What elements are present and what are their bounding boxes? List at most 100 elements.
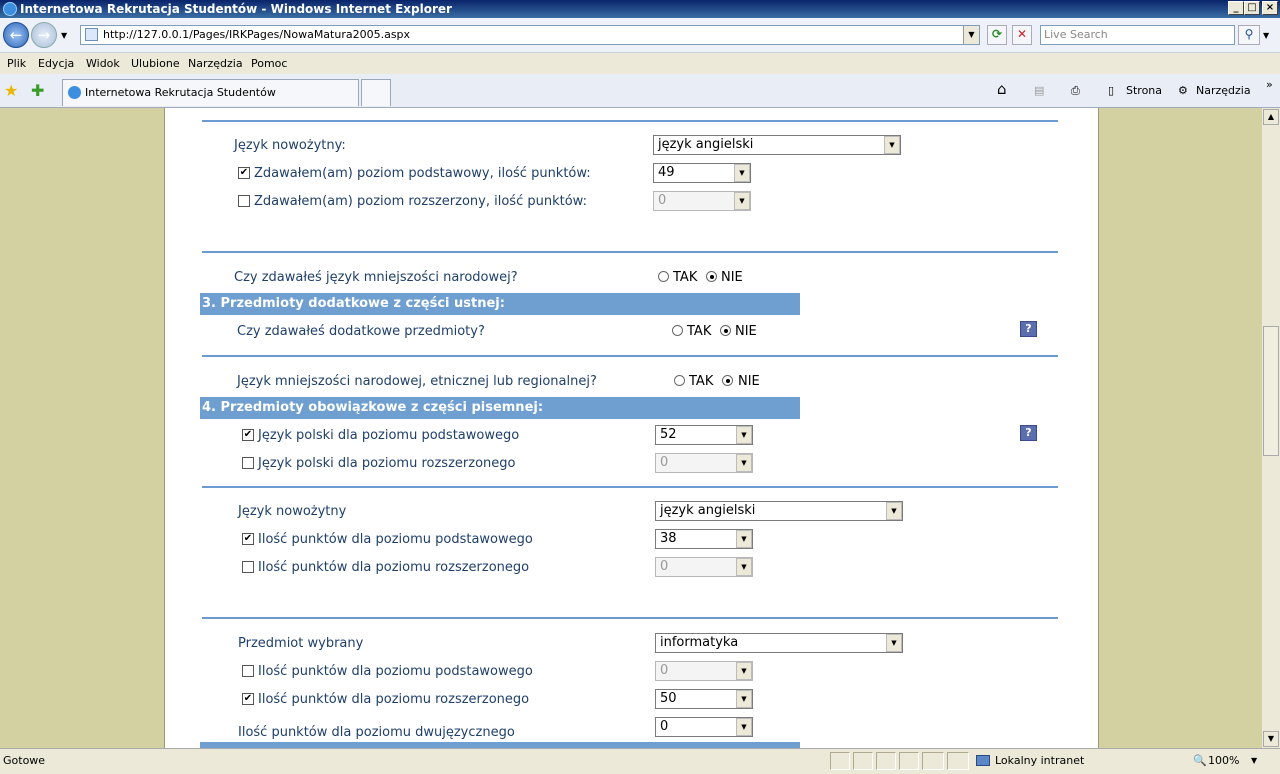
page-menu-label[interactable]: Strona [1126,82,1162,100]
modern-lang-select[interactable]: język angielski ▼ [655,501,903,521]
polish-basic-select[interactable]: 52 ▼ [655,425,753,445]
modern-ext-value: 0 [660,559,669,574]
minority-no-radio[interactable] [706,271,717,282]
lang1-basic-checkbox[interactable]: ✔ [238,167,250,179]
lang1-ext-checkbox[interactable] [238,195,250,207]
regional-yes-label: TAK [689,374,714,389]
tab-title: Internetowa Rekrutacja Studentów [85,86,276,99]
window-title: Internetowa Rekrutacja Studentów - Windo… [20,2,452,16]
lang1-basic-label: Zdawałem(am) poziom podstawowy, ilość pu… [254,166,591,181]
search-icon[interactable]: ⚲ [1238,25,1260,45]
url-dropdown-icon[interactable]: ▼ [963,26,979,44]
search-options-icon[interactable]: ▼ [1263,31,1269,40]
regional-no-label: NIE [738,374,760,389]
close-window-button[interactable]: × [1262,1,1278,15]
minimize-button[interactable]: _ [1228,1,1244,15]
polish-ext-select[interactable]: 0 ▼ [655,453,753,473]
forward-button[interactable]: → [31,22,57,48]
tab-active[interactable]: Internetowa Rekrutacja Studentów [62,79,359,106]
divider [202,355,1058,357]
menu-view[interactable]: Widok [86,53,120,74]
menu-favorites[interactable]: Ulubione [131,53,180,74]
modern-basic-select[interactable]: 38 ▼ [655,529,753,549]
minority-yes-radio[interactable] [658,271,669,282]
divider [202,251,1058,253]
divider [202,617,1058,619]
chosen-bilingual-select[interactable]: 0 ▼ [655,717,753,737]
chosen-basic-checkbox[interactable] [242,665,254,677]
scroll-thumb[interactable] [1263,326,1279,456]
regional-no-radio[interactable] [722,375,733,386]
history-dropdown-icon[interactable]: ▼ [61,31,67,40]
chosen-ext-value: 50 [660,691,677,706]
tools-gear-icon[interactable]: ⚙ [1178,82,1188,100]
url-field[interactable]: http://127.0.0.1/Pages/IRKPages/NowaMatu… [80,25,980,45]
menu-help[interactable]: Pomoc [251,53,287,74]
status-bar: Gotowe Lokalny intranet 🔍 100% ▼ [0,748,1280,774]
chosen-subject-value: informatyka [660,635,739,650]
minority-question: Czy zdawałeś język mniejszości narodowej… [234,270,518,285]
page-menu-icon[interactable]: ▯ [1108,82,1114,100]
lang1-select[interactable]: język angielski ▼ [653,135,901,155]
lang1-label: Język nowożytny: [234,138,346,153]
refresh-icon[interactable]: ⟳ [987,25,1007,45]
extra-yes-radio[interactable] [672,325,683,336]
restore-button[interactable]: □ [1244,1,1260,15]
chosen-ext-select[interactable]: 50 ▼ [655,689,753,709]
chosen-ext-checkbox[interactable]: ✔ [242,693,254,705]
search-input[interactable]: Live Search [1040,25,1235,45]
modern-ext-select[interactable]: 0 ▼ [655,557,753,577]
help-icon[interactable]: ? [1020,321,1037,337]
divider [202,120,1058,122]
extra-no-radio[interactable] [720,325,731,336]
polish-ext-checkbox[interactable] [242,457,254,469]
chevron-more-icon[interactable]: » [1266,76,1273,94]
feeds-icon[interactable]: ▤ [1034,82,1044,100]
chosen-subject-select[interactable]: informatyka ▼ [655,633,903,653]
polish-basic-value: 52 [660,427,677,442]
menu-edit[interactable]: Edycja [38,53,74,74]
tab-bar: ★ ✚ Internetowa Rekrutacja Studentów ⌂ ▤… [0,74,1280,108]
lang1-ext-value: 0 [658,193,667,208]
status-text: Gotowe [3,754,46,767]
modern-ext-label: Ilość punktów dla poziomu rozszerzonego [258,560,530,575]
new-tab-button[interactable] [361,79,391,106]
home-icon[interactable]: ⌂ [997,80,1007,98]
zoom-icon[interactable]: 🔍 [1193,749,1207,773]
chosen-ext-label: Ilość punktów dla poziomu rozszerzonego [258,692,530,707]
zone-text: Lokalny intranet [995,754,1085,767]
zoom-level[interactable]: 100% [1208,749,1239,773]
tab-ie-icon [68,86,81,99]
vertical-scrollbar[interactable]: ▲ ▼ [1262,108,1280,748]
polish-basic-checkbox[interactable]: ✔ [242,429,254,441]
modern-basic-checkbox[interactable]: ✔ [242,533,254,545]
chevron-down-icon: ▼ [886,502,902,520]
modern-lang-value: język angielski [660,503,756,518]
chosen-bilingual-label: Ilość punktów dla poziomu dwujęzycznego [238,725,515,740]
modern-ext-checkbox[interactable] [242,561,254,573]
chevron-down-icon: ▼ [736,558,752,576]
lang1-basic-select[interactable]: 49 ▼ [653,163,751,183]
menu-tools[interactable]: Narzędzia [188,53,243,74]
tools-menu-label[interactable]: Narzędzia [1196,82,1251,100]
stop-icon[interactable]: ✕ [1012,25,1032,45]
help-icon[interactable]: ? [1020,425,1037,441]
menu-file[interactable]: Plik [7,53,26,74]
lang1-ext-select[interactable]: 0 ▼ [653,191,751,211]
back-button[interactable]: ← [3,22,29,48]
polish-ext-value: 0 [660,455,669,470]
favorites-star-icon[interactable]: ★ [4,81,18,100]
chosen-bilingual-value: 0 [660,719,669,734]
zoom-dropdown-icon[interactable]: ▼ [1251,749,1257,773]
section-4-header: 4. Przedmioty obowiązkowe z części pisem… [200,397,800,419]
scroll-up-icon[interactable]: ▲ [1263,109,1279,125]
minority-yes-label: TAK [673,270,698,285]
chosen-basic-select[interactable]: 0 ▼ [655,661,753,681]
add-favorite-icon[interactable]: ✚ [31,81,44,100]
regional-yes-radio[interactable] [674,375,685,386]
minority-no-label: NIE [721,270,743,285]
scroll-down-icon[interactable]: ▼ [1263,731,1279,747]
print-icon[interactable]: ⎙ [1071,82,1080,100]
extra-yes-label: TAK [687,324,712,339]
status-cell [922,752,944,770]
